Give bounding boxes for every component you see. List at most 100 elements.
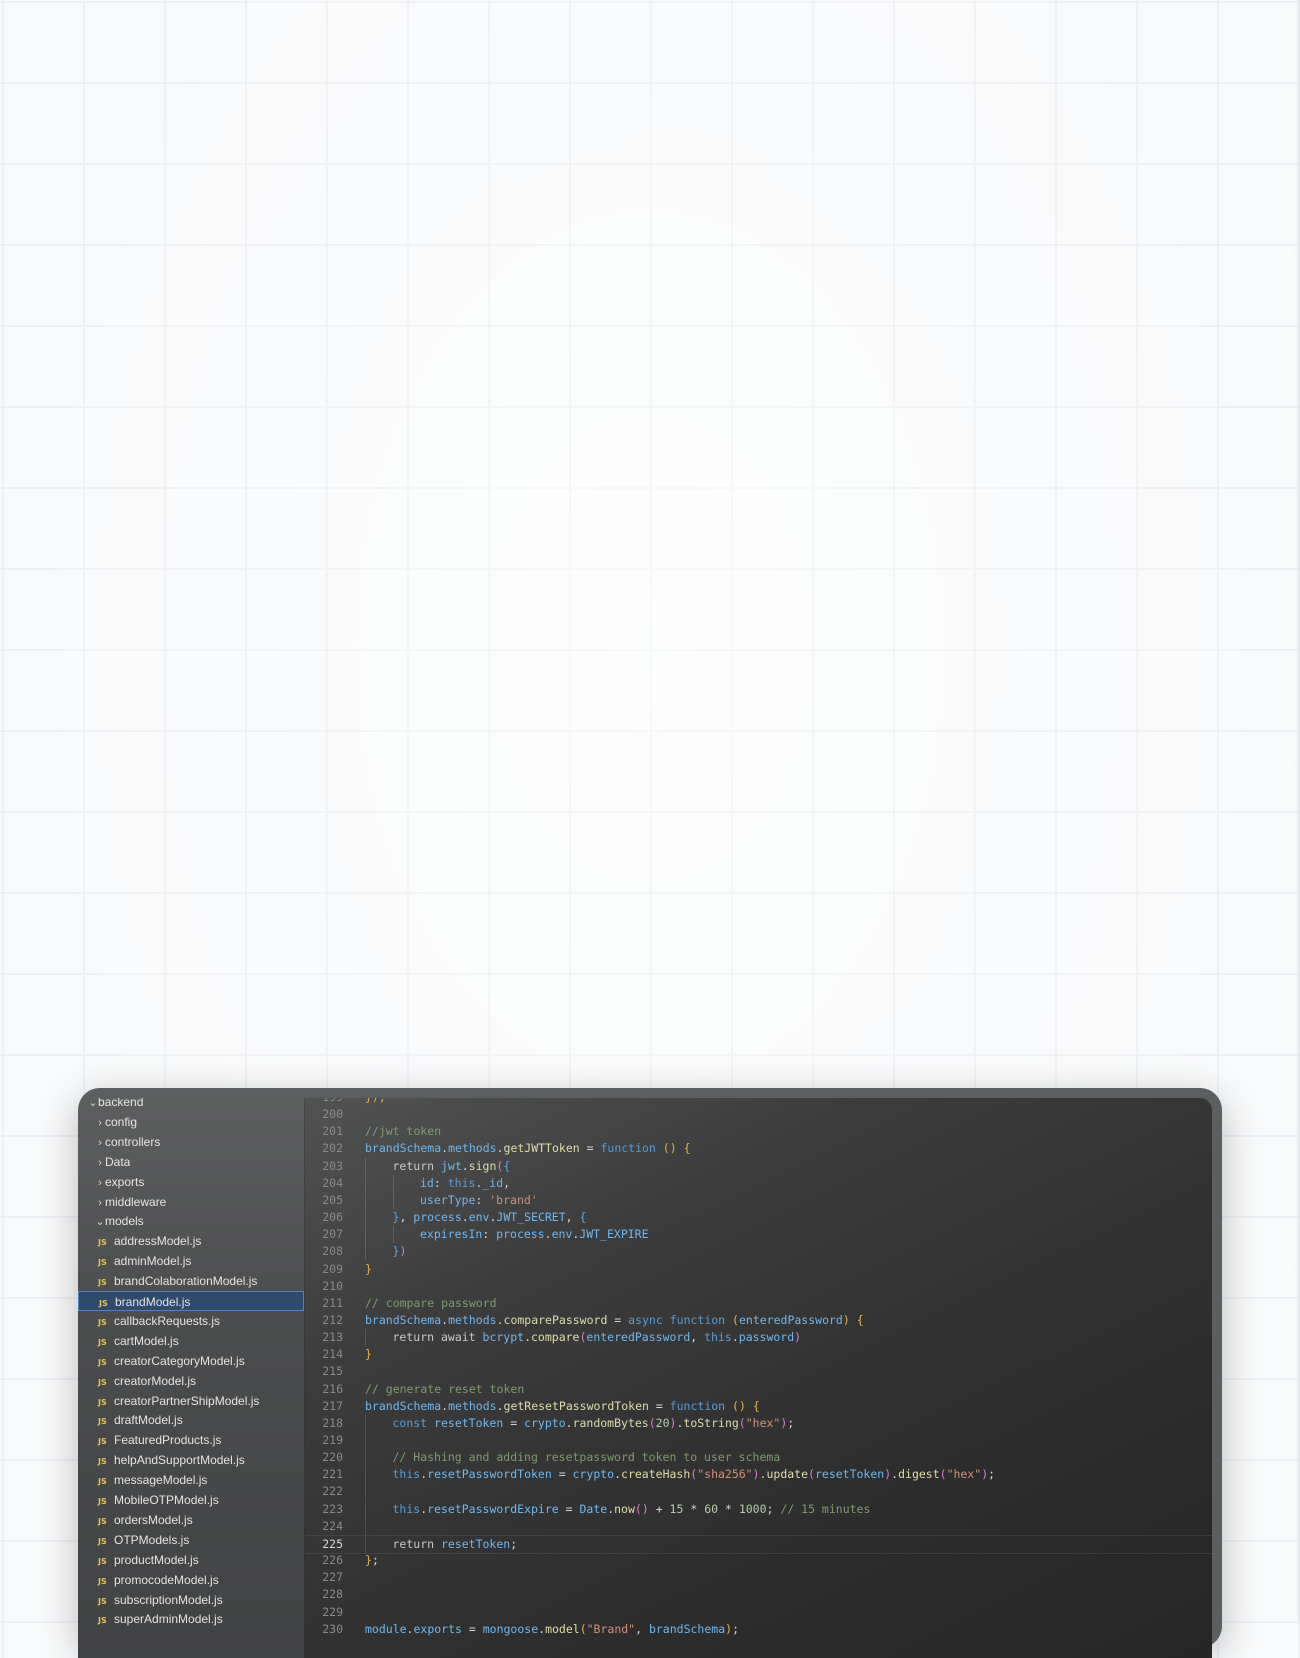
indent-guide (365, 1209, 366, 1227)
code-line[interactable]: 221 this.resetPasswordToken = crypto.crea… (305, 1466, 1212, 1484)
code-token: = (607, 1312, 629, 1327)
code-line[interactable]: 212 brandSchema.methods.comparePassword =… (305, 1312, 1212, 1329)
code-line[interactable]: 209} (305, 1261, 1212, 1278)
file-featuredproducts-js[interactable]: JS FeaturedProducts.js (78, 1430, 304, 1450)
code-token: = (648, 1398, 670, 1413)
file-creatorcategorymodel-js[interactable]: JS creatorCategoryModel.js (78, 1351, 304, 1371)
folder-data[interactable]: › Data (78, 1152, 304, 1172)
code-line[interactable]: 211 // compare password (305, 1295, 1212, 1312)
code-line[interactable]: 223 this.resetPasswordExpire = Date.now()… (305, 1500, 1212, 1518)
file-brandmodel-js[interactable]: JS brandModel.js (78, 1291, 304, 1311)
file-productmodel-js[interactable]: JS productModel.js (78, 1550, 304, 1570)
code-token: methods (448, 1141, 497, 1156)
code-token: }); (365, 1098, 386, 1104)
code-line[interactable]: 206}, process.env.JWT_SECRET, { (305, 1209, 1212, 1227)
file-helpandsupportmodel-js[interactable]: JS helpAndSupportModel.js (78, 1450, 304, 1470)
file-promocodemodel-js[interactable]: JS promocodeModel.js (78, 1570, 304, 1590)
file-callbackrequests-js[interactable]: JS callbackRequests.js (78, 1311, 304, 1331)
code-token: getJWTToken (503, 1141, 580, 1156)
code-token: 20 (655, 1415, 670, 1430)
code-line[interactable]: 222 (305, 1483, 1212, 1501)
code-editor[interactable]: 199});200201//jwt token202brandSchema.me… (305, 1098, 1212, 1658)
folder-exports[interactable]: › exports (78, 1172, 304, 1192)
code-line[interactable]: 225 return resetToken; (305, 1534, 1212, 1554)
code-line[interactable]: 202 brandSchema.methods.getJWTToken = fun… (305, 1140, 1212, 1157)
indent-guide (365, 1414, 366, 1432)
folder-controllers[interactable]: › controllers (78, 1132, 304, 1152)
file-ordersmodel-js[interactable]: JS ordersModel.js (78, 1510, 304, 1530)
code-token: = (579, 1141, 601, 1156)
code-token: ; (371, 1553, 379, 1568)
chevron-right-icon: › (98, 1196, 102, 1209)
code-line[interactable]: 216 // generate reset token (305, 1381, 1212, 1398)
line-number: 227 (322, 1570, 343, 1585)
code-line[interactable]: 199}); (305, 1098, 1212, 1106)
file-addressmodel-js[interactable]: JS addressModel.js (78, 1231, 304, 1251)
code-line[interactable]: 200 (305, 1106, 1212, 1123)
indent-guide (365, 1449, 366, 1467)
code-line[interactable]: 226}; (305, 1552, 1212, 1569)
laptop-frame: ⌄backend › config › controllers › Data › exports… (78, 1088, 1222, 1658)
code-token: return (392, 1536, 441, 1551)
file-otpmodels-js[interactable]: JS OTPModels.js (78, 1530, 304, 1550)
indent-guide (365, 1226, 366, 1244)
folder-config[interactable]: › config (78, 1112, 304, 1132)
indent-guide (365, 1432, 366, 1449)
indent-guide (392, 1174, 394, 1192)
folder-middleware[interactable]: › middleware (78, 1192, 304, 1212)
line-number: 221 (322, 1467, 343, 1482)
file-brandcolaborationmodel-js[interactable]: JS brandColaborationModel.js (78, 1271, 304, 1291)
code-line[interactable]: 218 const resetToken = crypto.randomBytes… (305, 1414, 1212, 1432)
file-messagemodel-js[interactable]: JS messageModel.js (78, 1470, 304, 1490)
code-line[interactable]: 228 (305, 1586, 1212, 1603)
code-line[interactable]: 230 module.exports = mongoose.model("Bran… (305, 1621, 1212, 1638)
code-line[interactable]: 229 (305, 1604, 1212, 1621)
code-token: ; (732, 1621, 739, 1636)
folder-backend[interactable]: ⌄backend (78, 1098, 304, 1112)
file-superadminmodel-js[interactable]: JS superAdminModel.js (78, 1609, 304, 1629)
file-creatorpartnershipmodel-js[interactable]: JS creatorPartnerShipModel.js (78, 1391, 304, 1411)
code-token: enteredPassword (586, 1330, 691, 1345)
code-line[interactable]: 203 return jwt.sign({ (305, 1157, 1212, 1175)
indent-guide (365, 1157, 366, 1175)
code-line[interactable]: 224 (305, 1517, 1212, 1535)
file-creatormodel-js[interactable]: JS creatorModel.js (78, 1371, 304, 1391)
code-token: return (392, 1158, 441, 1173)
code-line[interactable]: 210 (305, 1278, 1212, 1295)
code-token: ( (808, 1467, 815, 1482)
code-line[interactable]: 213 return await bcrypt.compare(enteredPa… (305, 1329, 1212, 1347)
code-line[interactable]: 219 (305, 1432, 1212, 1449)
indent-guide (365, 1517, 366, 1535)
code-line[interactable]: 207 expiresIn: process.env.JWT_EXPIRE (305, 1226, 1212, 1244)
file-cartmodel-js[interactable]: JS cartModel.js (78, 1331, 304, 1351)
indent-guide (365, 1535, 366, 1553)
code-text: } (365, 1346, 372, 1363)
code-line[interactable]: 217 brandSchema.methods.getResetPasswordT… (305, 1398, 1212, 1415)
code-token: 60 (704, 1501, 719, 1516)
code-token: = (461, 1621, 483, 1636)
file-draftmodel-js[interactable]: JS draftModel.js (78, 1410, 304, 1430)
file-mobileotpmodel-js[interactable]: JS MobileOTPModel.js (78, 1490, 304, 1510)
code-token: resetToken (814, 1467, 885, 1482)
code-line[interactable]: 227 (305, 1569, 1212, 1586)
code-line[interactable]: 201 //jwt token (305, 1123, 1212, 1140)
code-token: ) (399, 1244, 407, 1259)
file-subscriptionmodel-js[interactable]: JS subscriptionModel.js (78, 1590, 304, 1610)
code-line[interactable]: 215 (305, 1363, 1212, 1380)
code-line[interactable]: 220 // Hashing and adding resetpassword t… (305, 1449, 1212, 1467)
file-adminmodel-js[interactable]: JS adminModel.js (78, 1251, 304, 1271)
code-token: , (503, 1175, 511, 1190)
line-number: 203 (322, 1158, 343, 1173)
code-line[interactable]: 204 id: this._id, (305, 1174, 1212, 1192)
code-token: ; (510, 1536, 518, 1551)
tree-item-label: draftModel.js (114, 1413, 183, 1428)
code-token: id (420, 1175, 434, 1190)
code-token: } (365, 1347, 372, 1362)
code-line[interactable]: 205 userType: 'brand' (305, 1191, 1212, 1209)
code-line[interactable]: 214} (305, 1346, 1212, 1363)
indent-guide (365, 1500, 366, 1518)
folder-models[interactable]: ⌄models (78, 1211, 304, 1231)
code-line[interactable]: 208}) (305, 1243, 1212, 1261)
